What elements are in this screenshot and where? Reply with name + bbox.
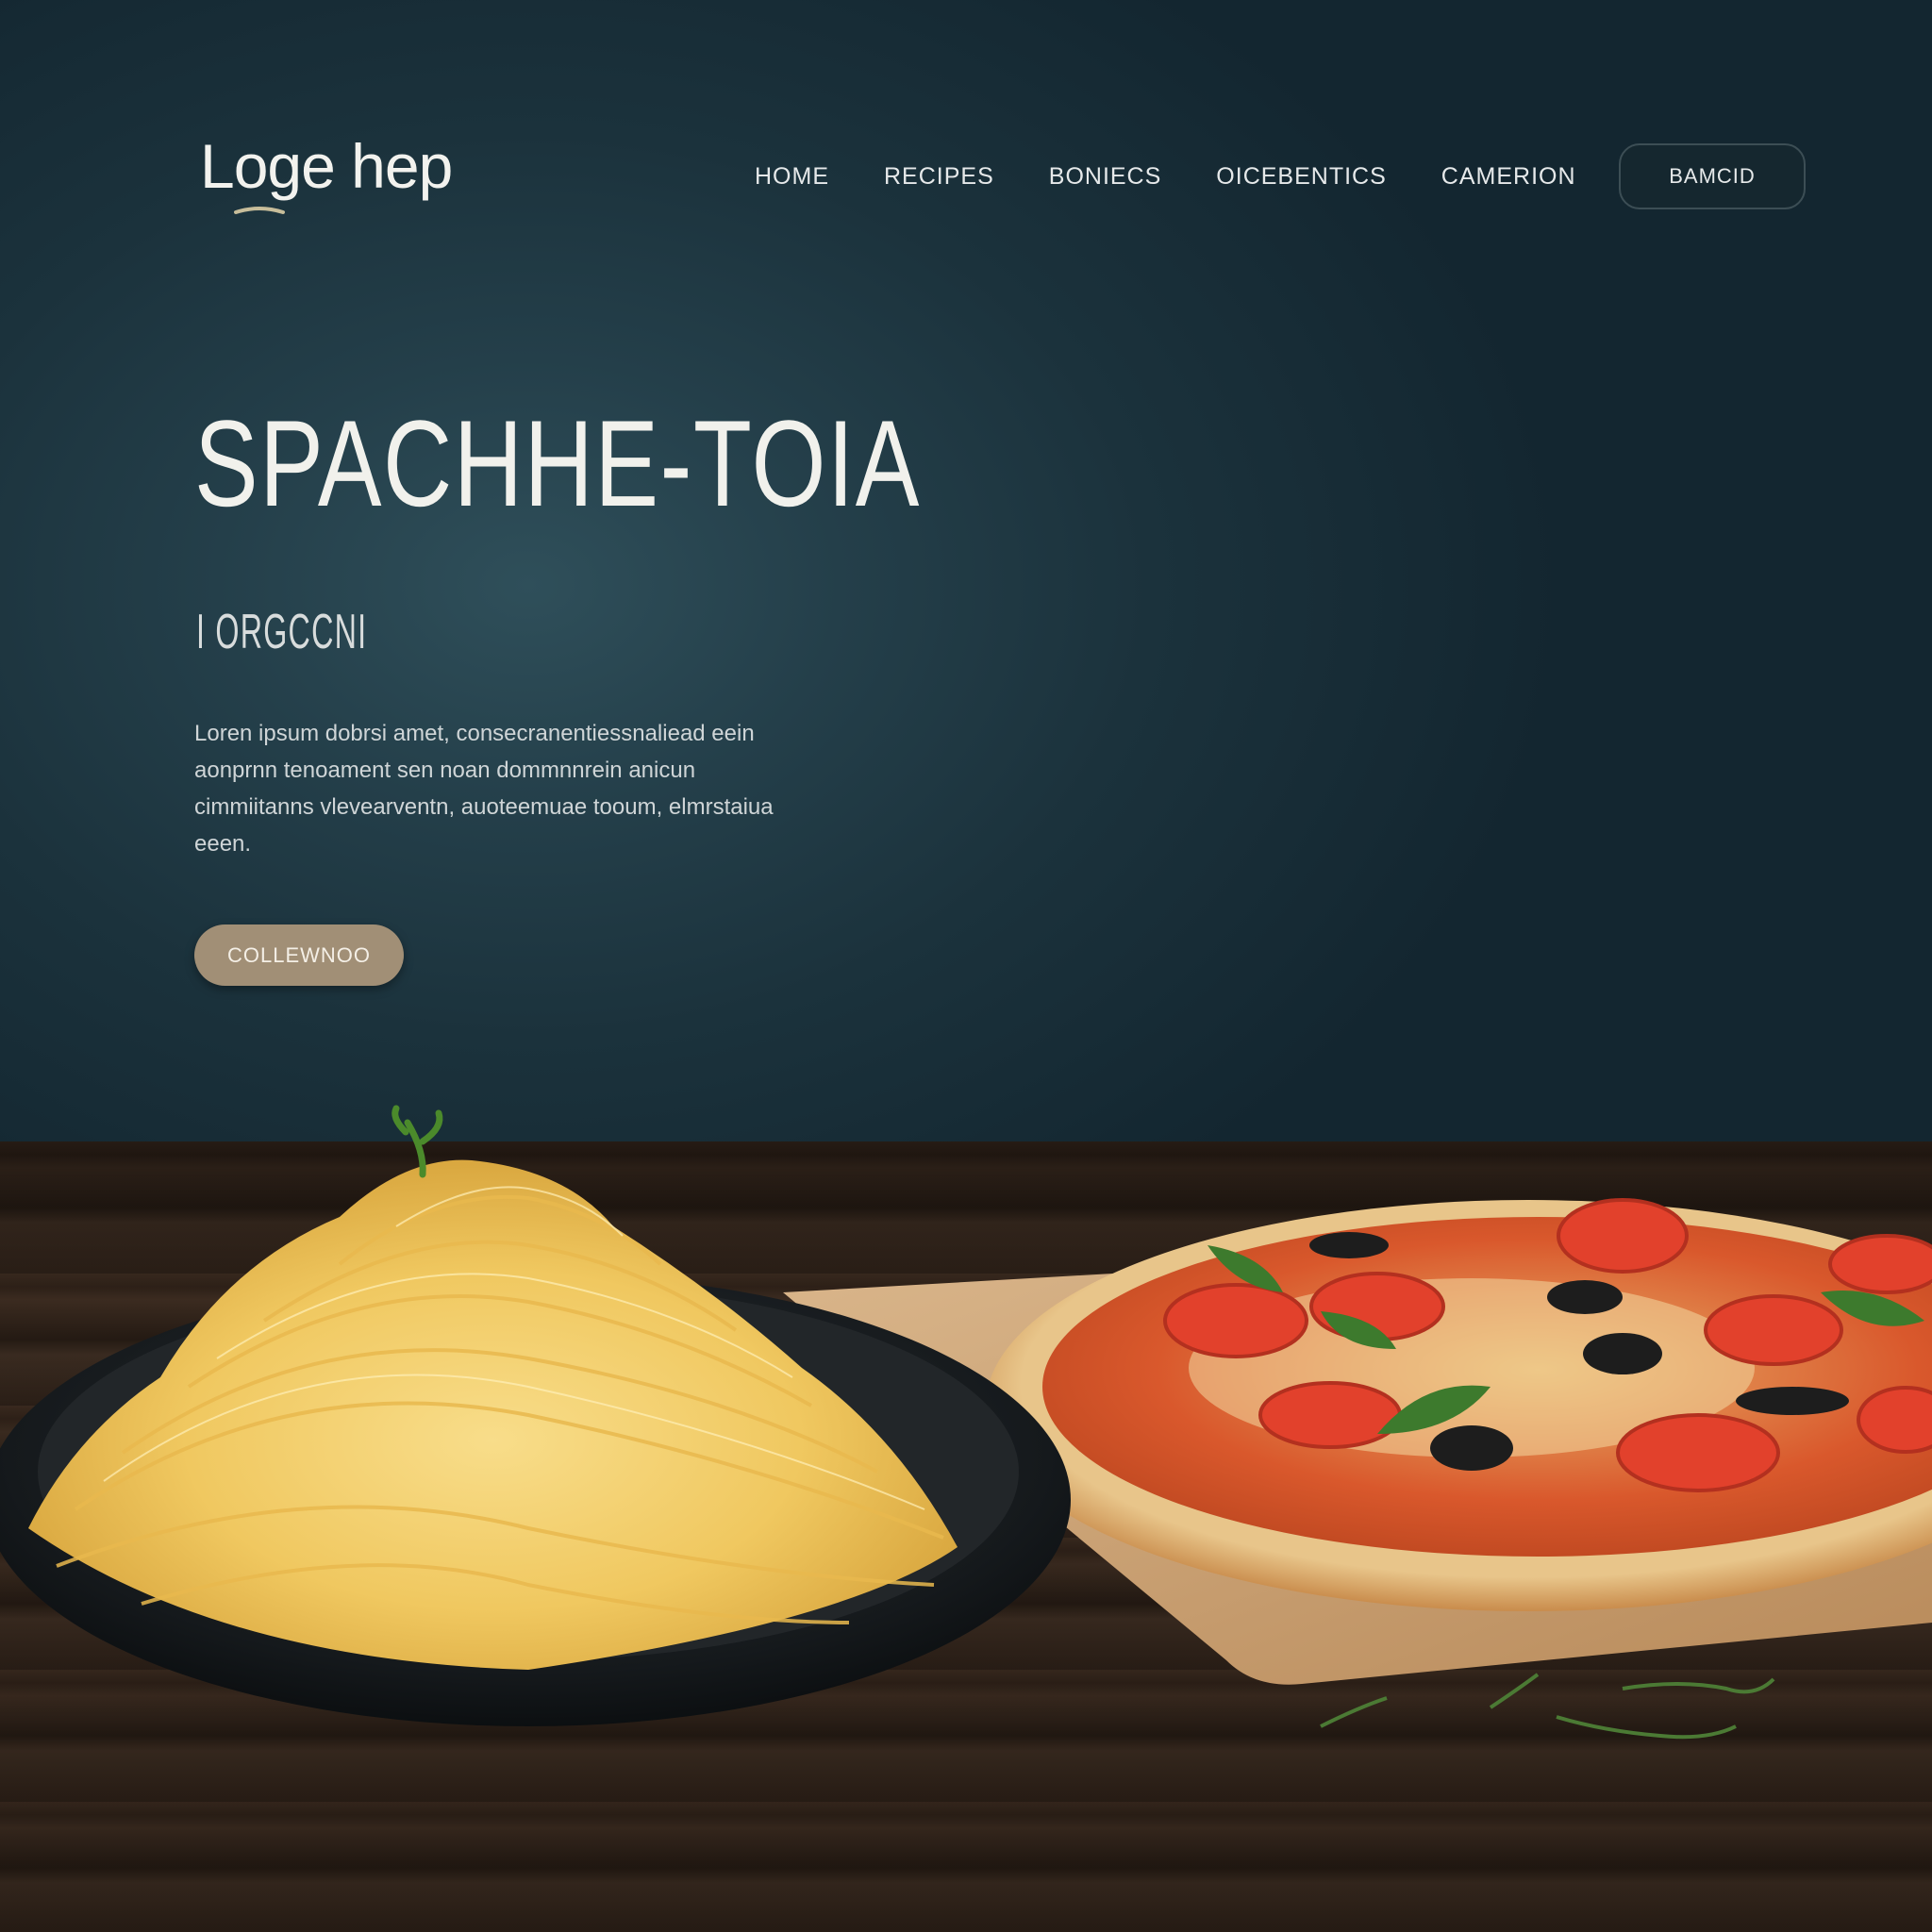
- food-illustration: [0, 1105, 1932, 1740]
- spaghetti-plate-image: [0, 1105, 1071, 1726]
- herb-sprigs: [1320, 1673, 1775, 1740]
